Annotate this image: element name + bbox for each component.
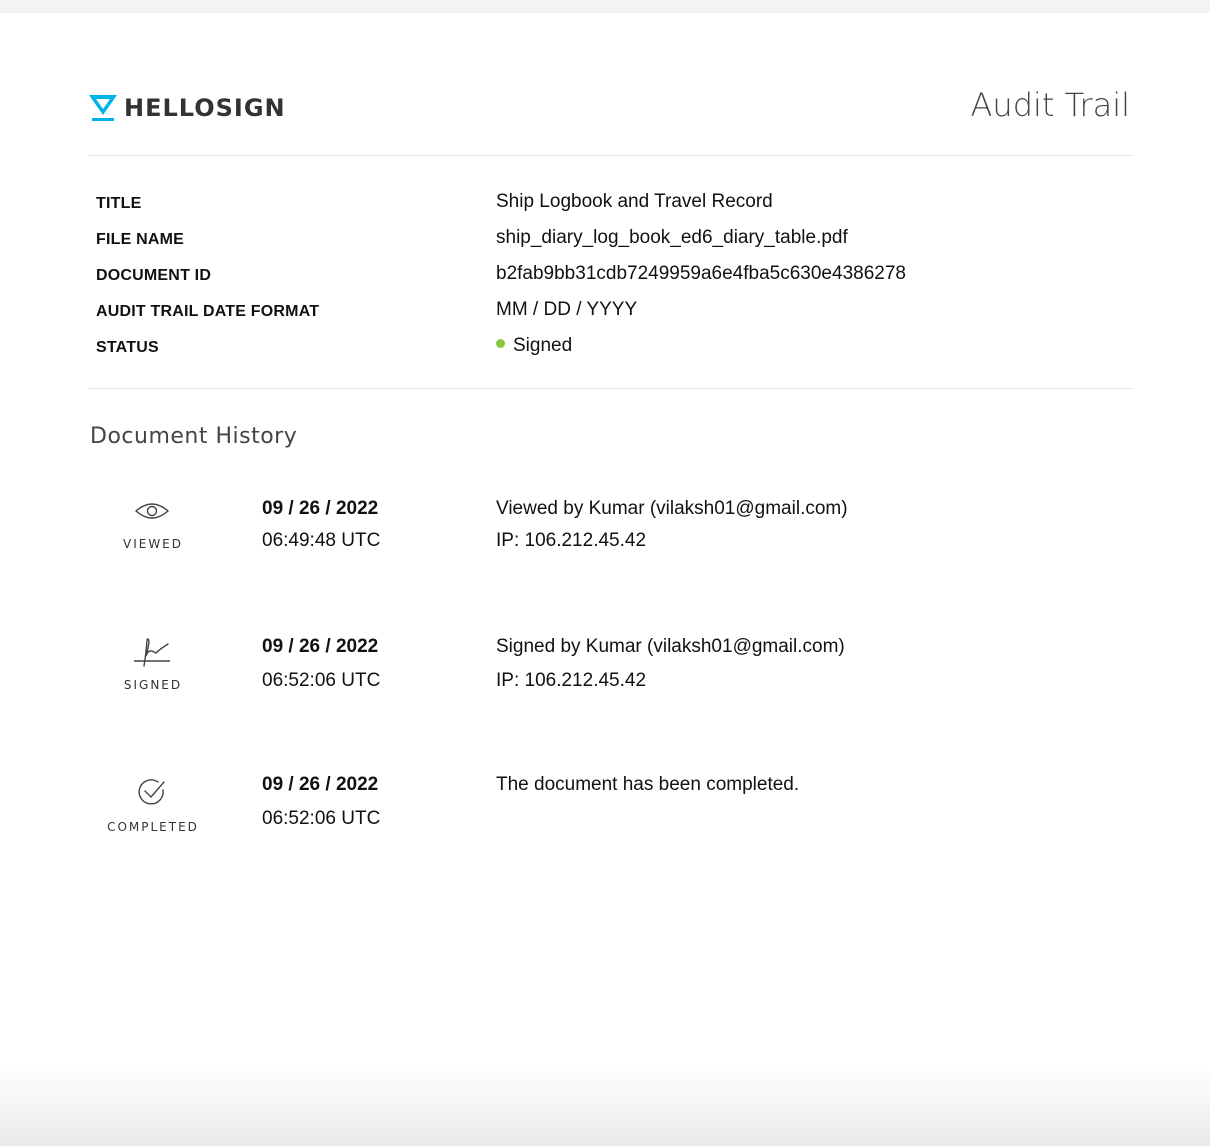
meta-label: AUDIT TRAIL DATE FORMAT [96,303,320,320]
event-kind-label: COMPLETED [107,820,199,834]
event-ip: IP: 106.212.45.42 [496,670,647,691]
event-time: 06:52:06 UTC [262,808,381,829]
bottom-fade [0,1066,1210,1146]
meta-label: STATUS [96,339,159,356]
event-date: 09 / 26 / 2022 [262,498,379,519]
meta-row-status: STATUS Signed [88,331,1132,361]
signature-icon [134,638,170,667]
eye-icon [134,503,170,519]
meta-value: MM / DD / YYYY [496,299,638,320]
meta-value: b2fab9bb31cdb7249959a6e4fba5c630e4386278 [496,263,906,284]
meta-row-date-format: AUDIT TRAIL DATE FORMAT MM / DD / YYYY [88,295,1132,325]
check-circle-icon [138,779,165,805]
event-kind-label: SIGNED [123,678,183,692]
history-event-completed: COMPLETED 09 / 26 / 2022 06:52:06 UTC Th… [88,772,1132,852]
history-heading: Document History [90,424,298,449]
hellosign-logo-icon [89,95,117,121]
meta-row-file-name: FILE NAME ship_diary_log_book_ed6_diary_… [88,223,1132,253]
meta-label: DOCUMENT ID [96,267,212,284]
meta-value: Ship Logbook and Travel Record [496,191,773,212]
status-dot-icon [496,339,505,348]
event-description: The document has been completed. [496,774,800,795]
hellosign-logo: HELLOSIGN [88,92,286,124]
event-description: Viewed by Kumar (vilaksh01@gmail.com) [496,498,848,519]
event-time: 06:52:06 UTC [262,670,381,691]
page-header: HELLOSIGN Audit Trail [88,86,1132,130]
brand-name: HELLOSIGN [124,94,286,122]
event-kind-label: VIEWED [122,537,184,551]
audit-trail-page: HELLOSIGN Audit Trail TITLE Ship Logbook… [88,0,1132,1146]
event-ip: IP: 106.212.45.42 [496,530,647,551]
meta-label: FILE NAME [96,231,185,248]
divider [88,388,1132,389]
history-event-viewed: VIEWED 09 / 26 / 2022 06:49:48 UTC Viewe… [88,496,1132,576]
meta-value: ship_diary_log_book_ed6_diary_table.pdf [496,227,848,248]
meta-row-document-id: DOCUMENT ID b2fab9bb31cdb7249959a6e4fba5… [88,259,1132,289]
history-event-signed: SIGNED 09 / 26 / 2022 06:52:06 UTC Signe… [88,634,1132,714]
event-time: 06:49:48 UTC [262,530,381,551]
page-title: Audit Trail [970,86,1130,124]
meta-label: TITLE [96,195,142,212]
event-date: 09 / 26 / 2022 [262,636,379,657]
divider [88,155,1132,156]
status-value: Signed [496,335,572,357]
meta-row-title: TITLE Ship Logbook and Travel Record [88,187,1132,217]
event-description: Signed by Kumar (vilaksh01@gmail.com) [496,636,845,657]
status-text: Signed [513,335,573,356]
event-date: 09 / 26 / 2022 [262,774,379,795]
